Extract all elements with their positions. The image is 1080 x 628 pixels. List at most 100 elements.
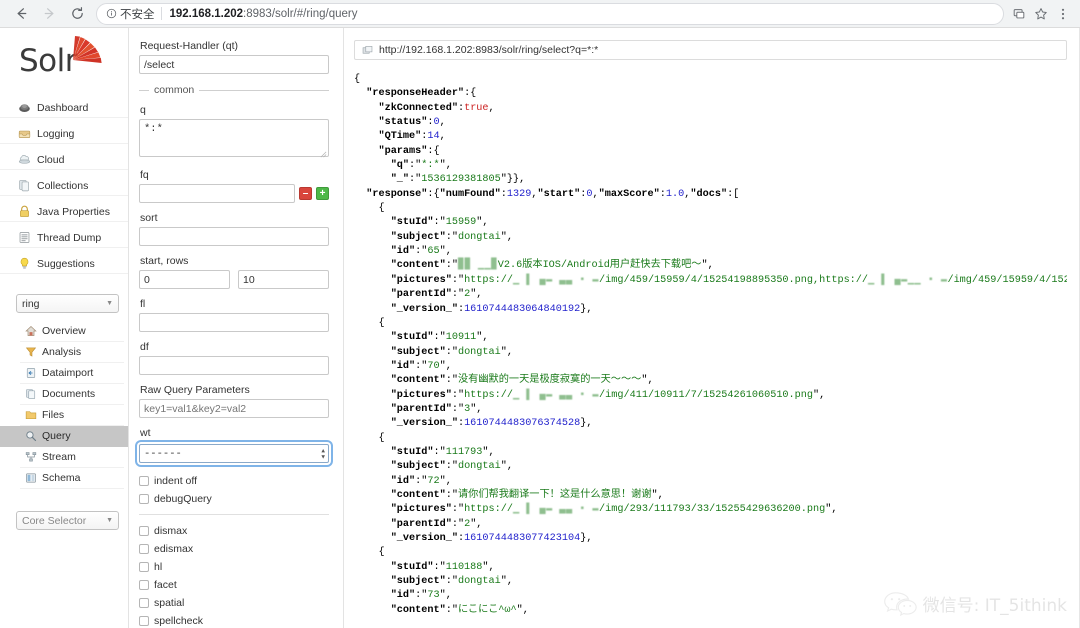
dismax-label: dismax <box>154 525 188 537</box>
sidebar-item-collections[interactable]: Collections <box>0 176 128 196</box>
q-label: q <box>140 104 146 116</box>
core-selector-dropdown[interactable]: Core Selector ▼ <box>16 511 119 530</box>
cast-icon[interactable] <box>1012 7 1026 21</box>
stream-icon <box>25 452 37 462</box>
dismax-checkbox[interactable] <box>139 526 149 536</box>
spatial-checkbox[interactable] <box>139 598 149 608</box>
df-label: df <box>140 341 149 353</box>
hl-checkbox[interactable] <box>139 562 149 572</box>
df-input[interactable] <box>139 356 329 375</box>
wt-select-value: ------ <box>144 447 182 460</box>
sidebar-item-label: Thread Dump <box>37 231 102 244</box>
sidebar-item-label: Documents <box>42 388 96 400</box>
edismax-checkbox[interactable] <box>139 544 149 554</box>
solr-sunburst-icon <box>73 36 102 63</box>
forward-button[interactable] <box>36 1 62 27</box>
thread-dump-icon <box>19 232 30 243</box>
three-dot-menu-icon[interactable] <box>1056 7 1070 21</box>
facet-row[interactable]: facet <box>139 576 329 594</box>
fq-row: – + <box>139 184 329 203</box>
q-textarea[interactable]: *:* <box>139 119 329 157</box>
sidebar-item-dashboard[interactable]: Dashboard <box>0 98 128 118</box>
debug-query-row[interactable]: debugQuery <box>139 490 329 508</box>
sort-label: sort <box>140 212 158 224</box>
sidebar-item-suggestions[interactable]: Suggestions <box>0 254 128 274</box>
sidebar-item-java-properties[interactable]: Java Properties <box>0 202 128 222</box>
sidebar-item-thread-dump[interactable]: Thread Dump <box>0 228 128 248</box>
sidebar-item-logging[interactable]: Logging <box>0 124 128 144</box>
url-host: 192.168.1.202 <box>169 7 244 20</box>
reload-button[interactable] <box>64 1 90 27</box>
result-panel: http://192.168.1.202:8983/solr/ring/sele… <box>344 28 1080 628</box>
indent-off-row[interactable]: indent off <box>139 472 329 490</box>
overview-home-icon <box>25 326 37 336</box>
sidebar-item-overview[interactable]: Overview <box>20 321 124 342</box>
spellcheck-label: spellcheck <box>154 615 204 627</box>
logging-icon <box>18 130 31 138</box>
sidebar-item-schema[interactable]: Schema <box>20 468 124 489</box>
analysis-funnel-icon <box>25 347 37 357</box>
fl-input[interactable] <box>139 313 329 332</box>
core-selector-active[interactable]: ring ▼ <box>16 294 119 313</box>
sidebar-item-label: Dashboard <box>37 101 89 114</box>
dashboard-icon <box>19 104 30 112</box>
raw-query-input[interactable] <box>139 399 329 418</box>
fq-add-button[interactable]: + <box>316 187 329 200</box>
doc-id: 72 <box>427 475 440 487</box>
spatial-row[interactable]: spatial <box>139 594 329 612</box>
sidebar-item-stream[interactable]: Stream <box>20 447 124 468</box>
sidebar-item-cloud[interactable]: Cloud <box>0 150 128 170</box>
sidebar-item-documents[interactable]: Documents <box>20 384 124 405</box>
sidebar-item-label: Dataimport <box>42 367 94 379</box>
sidebar-item-label: Query <box>42 430 71 442</box>
sort-input[interactable] <box>139 227 329 246</box>
doc-pic-prefix: https:// <box>464 274 513 286</box>
doc-content: にこにこ^ω^ <box>457 604 517 616</box>
sidebar-item-files[interactable]: Files <box>20 405 124 426</box>
core-selector-placeholder: Core Selector <box>22 514 87 527</box>
core-selector-bottom-wrap: Core Selector ▼ <box>0 489 128 530</box>
sidebar-item-label: Collections <box>37 179 89 192</box>
doc-content: V2.6版本IOS/Android用户赶快去下载吧～ <box>497 260 702 272</box>
rows-input[interactable] <box>238 270 329 289</box>
sidebar-item-label: Suggestions <box>37 257 95 270</box>
facet-checkbox[interactable] <box>139 580 149 590</box>
folder-icon <box>25 411 37 420</box>
param-q-value: *:* <box>421 160 440 172</box>
hl-row[interactable]: hl <box>139 558 329 576</box>
sidebar-item-query[interactable]: Query <box>0 426 128 447</box>
sidebar-item-label: Analysis <box>42 346 82 358</box>
debug-query-checkbox[interactable] <box>139 494 149 504</box>
raw-query-label: Raw Query Parameters <box>140 384 250 396</box>
dismax-row[interactable]: dismax <box>139 522 329 540</box>
address-bar[interactable]: 不安全 192.168.1.202:8983/solr/#/ring/query <box>96 2 1004 25</box>
doc-stuid: 111793 <box>445 446 483 458</box>
edismax-row[interactable]: edismax <box>139 540 329 558</box>
doc-subject: dongtai <box>457 461 501 473</box>
fq-input[interactable] <box>139 184 295 203</box>
sidebar-item-label: Cloud <box>37 153 65 166</box>
sidebar-item-dataimport[interactable]: Dataimport <box>20 363 124 384</box>
request-handler-input[interactable] <box>139 55 329 74</box>
open-external-icon[interactable] <box>362 45 373 56</box>
solr-logo[interactable]: Solr <box>0 28 128 94</box>
core-selector-value: ring <box>22 297 40 310</box>
fq-remove-button[interactable]: – <box>299 187 312 200</box>
wt-select[interactable]: ------ ▲ ▼ <box>139 444 329 463</box>
sidebar-item-label: Overview <box>42 325 86 337</box>
sidebar-item-label: Logging <box>37 127 75 140</box>
star-icon[interactable] <box>1034 7 1048 21</box>
legend-line <box>199 89 329 91</box>
schema-book-icon <box>26 473 36 483</box>
spellcheck-row[interactable]: spellcheck <box>139 612 329 628</box>
fl-label: fl <box>140 298 146 310</box>
fq-label: fq <box>140 169 149 181</box>
sidebar-item-analysis[interactable]: Analysis <box>20 342 124 363</box>
doc-content: 请你们帮我翻译一下！这是什么意思！谢谢 <box>457 489 652 501</box>
spellcheck-checkbox[interactable] <box>139 616 149 626</box>
result-url-bar[interactable]: http://192.168.1.202:8983/solr/ring/sele… <box>354 40 1067 60</box>
start-input[interactable] <box>139 270 230 289</box>
indent-off-checkbox[interactable] <box>139 476 149 486</box>
back-arrow-icon <box>17 8 26 19</box>
back-button[interactable] <box>8 1 34 27</box>
